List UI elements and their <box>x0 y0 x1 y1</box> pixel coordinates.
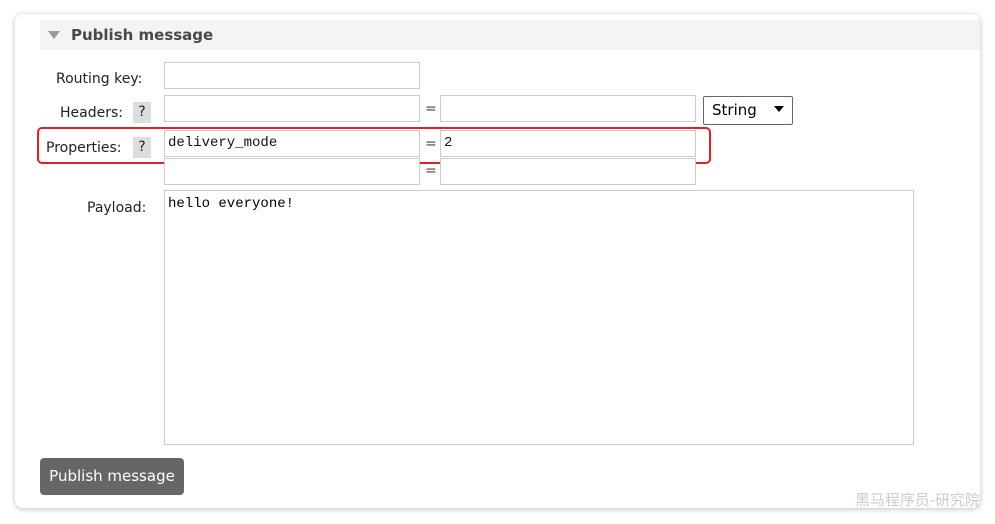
header-value-input[interactable] <box>440 95 696 122</box>
collapse-triangle-icon[interactable] <box>48 31 60 39</box>
header-type-select[interactable]: String <box>703 96 793 125</box>
property-value-input[interactable] <box>440 158 696 185</box>
header-type-value: String <box>712 101 757 119</box>
headers-help-button[interactable]: ? <box>133 102 151 123</box>
equals-sign: = <box>425 163 437 179</box>
header-key-input[interactable] <box>164 95 420 122</box>
routing-key-label: Routing key: <box>56 71 143 87</box>
payload-label: Payload: <box>87 200 147 216</box>
chevron-down-icon <box>774 106 784 112</box>
property-key-input[interactable] <box>164 158 420 185</box>
routing-key-input[interactable] <box>164 62 420 89</box>
publish-message-button[interactable]: Publish message <box>40 458 184 495</box>
watermark: 黑马程序员-研究院 <box>854 491 980 509</box>
equals-sign: = <box>425 101 437 117</box>
section-title[interactable]: Publish message <box>71 26 213 44</box>
headers-label: Headers: <box>60 105 123 121</box>
payload-textarea[interactable]: hello everyone! <box>164 190 914 445</box>
